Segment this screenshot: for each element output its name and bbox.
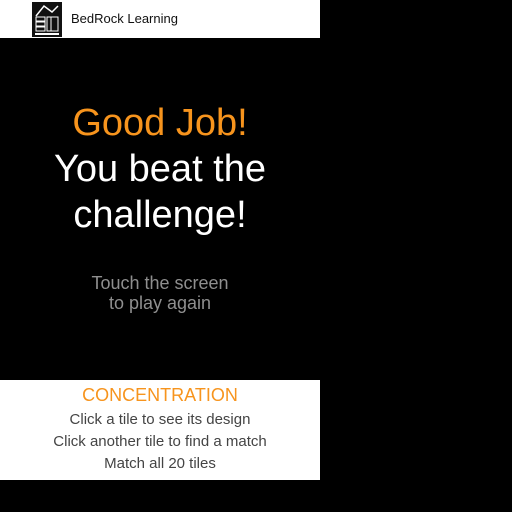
instruction-line: Click a tile to see its design [69,411,251,428]
app-window: BedRock Learning Good Job! You beat the … [0,0,320,480]
replay-prompt: Touch the screen to play again [0,273,320,313]
bedrock-learning-logo-icon [32,2,62,37]
instruction-line: Click another tile to find a match [53,433,267,450]
brand-name: BedRock Learning [71,11,178,26]
replay-prompt-line: Touch the screen [91,273,229,293]
win-headline: Good Job! [72,102,248,144]
instruction-line: Match all 20 tiles [104,455,216,472]
win-message-line: challenge! [73,194,247,236]
touch-to-replay-area[interactable]: Good Job! You beat the challenge! Touch … [0,38,320,380]
game-title: CONCENTRATION [82,385,238,405]
win-message: You beat the challenge! [0,146,320,238]
replay-prompt-line: to play again [108,293,212,313]
instructions-panel: CONCENTRATION Click a tile to see its de… [0,380,320,480]
win-message-line: You beat the [53,148,267,190]
header-bar: BedRock Learning [0,0,320,38]
